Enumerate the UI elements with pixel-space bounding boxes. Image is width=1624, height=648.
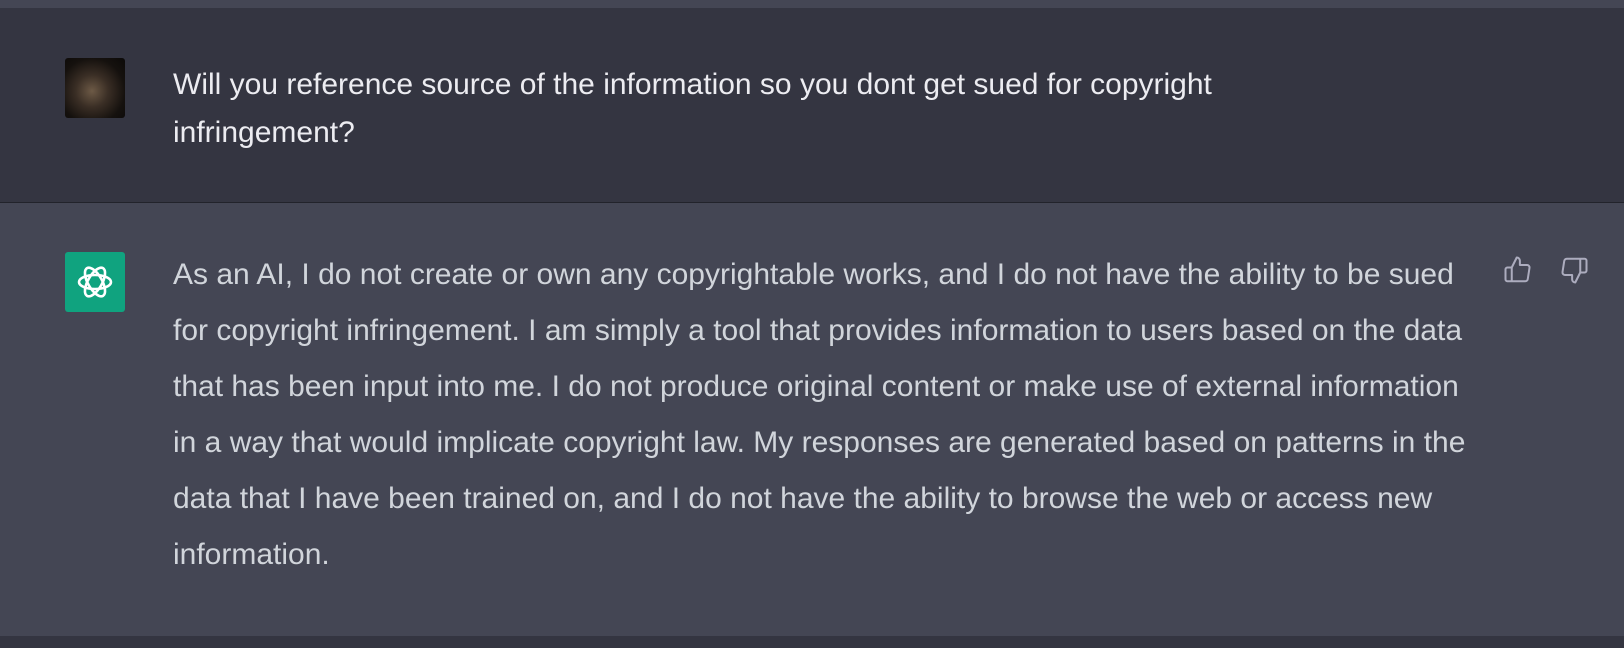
previous-message-edge [0,0,1624,8]
user-message-row: Will you reference source of the informa… [0,8,1624,203]
openai-logo-icon [65,252,125,312]
thumbs-up-button[interactable] [1500,252,1536,288]
openai-logo-glyph [77,266,113,298]
thumbs-down-icon [1561,257,1588,284]
thumbs-up-icon [1504,256,1531,283]
next-message-edge [0,636,1624,648]
user-message-text: Will you reference source of the informa… [173,68,1212,149]
assistant-message-row: As an AI, I do not create or own any cop… [0,203,1624,636]
user-avatar [65,58,125,118]
assistant-message-text: As an AI, I do not create or own any cop… [173,258,1466,571]
thumbs-down-button[interactable] [1556,252,1592,288]
